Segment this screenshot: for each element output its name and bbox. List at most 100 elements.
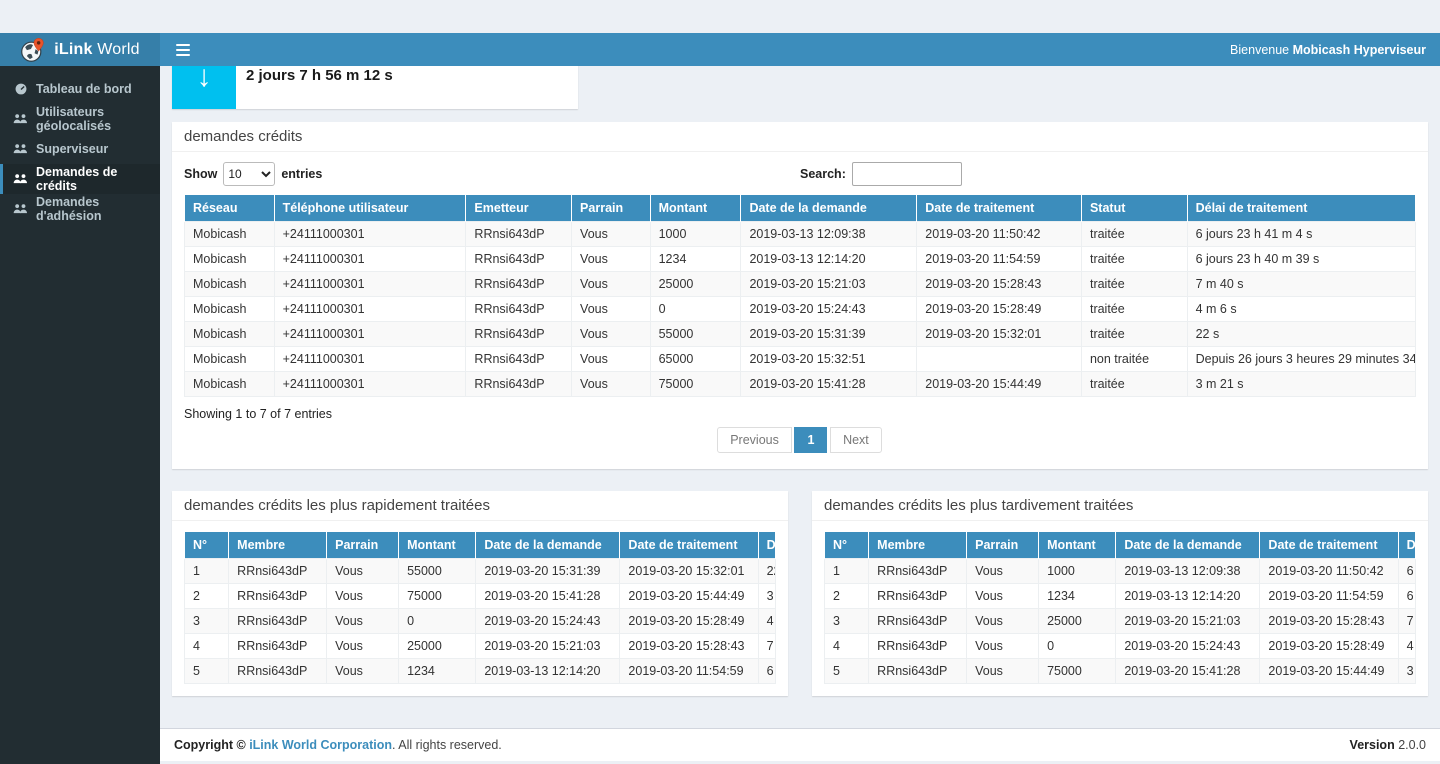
table-cell: RRnsi643dP (466, 272, 572, 297)
table-cell: 3 m 21 s (758, 584, 775, 609)
table-cell: 2019-03-20 15:28:43 (1260, 609, 1398, 634)
version-text: Version 2.0.0 (1350, 738, 1426, 752)
table-cell: 22 s (1187, 322, 1415, 347)
table-cell: 2019-03-20 15:32:51 (741, 347, 917, 372)
table-cell: Vous (967, 559, 1039, 584)
table-cell: 7 m 40 s (758, 634, 775, 659)
sidebar-item-utilisateurs-geolocalises[interactable]: Utilisateurs géolocalisés (0, 104, 160, 134)
table-cell: +24111000301 (274, 372, 466, 397)
next-page-button[interactable]: Next (830, 427, 882, 453)
column-header[interactable]: Téléphone utilisateur (274, 195, 466, 222)
table-cell: 22 s (758, 559, 775, 584)
company-link[interactable]: iLink World Corporation (249, 738, 392, 752)
table-cell: +24111000301 (274, 347, 466, 372)
latest-processed-panel: demandes crédits les plus tardivement tr… (812, 491, 1428, 696)
table-cell: 55000 (399, 559, 476, 584)
column-header[interactable]: N° (825, 532, 869, 559)
table-cell: 55000 (650, 322, 741, 347)
sidebar-toggle-button[interactable] (170, 40, 196, 60)
users-icon (13, 142, 28, 156)
show-label: Show (184, 167, 217, 181)
table-cell: 2019-03-20 11:54:59 (1260, 584, 1398, 609)
table-cell: 2019-03-20 15:28:49 (1260, 634, 1398, 659)
table-cell: Vous (967, 634, 1039, 659)
navbar-main: Bienvenue Mobicash Hyperviseur (160, 33, 1440, 66)
table-cell: Depuis 26 jours 3 heures 29 minutes 34 s… (1187, 347, 1415, 372)
page-length-select[interactable]: 10 (223, 162, 275, 186)
table-row: Mobicash+24111000301RRnsi643dPVous02019-… (185, 297, 1416, 322)
table-cell (917, 347, 1082, 372)
user-menu[interactable]: Bienvenue Mobicash Hyperviseur (1230, 43, 1426, 57)
column-header[interactable]: Date de la demande (1116, 532, 1260, 559)
table-cell: RRnsi643dP (869, 584, 967, 609)
column-header[interactable]: Emetteur (466, 195, 572, 222)
page-1-button[interactable]: 1 (794, 427, 827, 453)
column-header[interactable]: Date de la demande (741, 195, 917, 222)
table-cell: 2019-03-13 12:14:20 (1116, 584, 1260, 609)
table-row: 2RRnsi643dPVous12342019-03-13 12:14:2020… (825, 584, 1416, 609)
sidebar-item-demandes-de-credits[interactable]: Demandes de crédits (0, 164, 160, 194)
table-cell: 2019-03-20 15:24:43 (1116, 634, 1260, 659)
column-header[interactable]: Date de traitement (620, 532, 758, 559)
table-cell: 1 (185, 559, 229, 584)
table-cell: Vous (327, 609, 399, 634)
column-header[interactable]: Réseau (185, 195, 275, 222)
table-cell: 1234 (650, 247, 741, 272)
table-cell: 2019-03-13 12:09:38 (741, 222, 917, 247)
column-header[interactable]: Date de traitement (917, 195, 1082, 222)
table-row: 3RRnsi643dPVous250002019-03-20 15:21:032… (825, 609, 1416, 634)
column-header[interactable]: Délai de traitement (758, 532, 775, 559)
sidebar-item-label: Demandes d'adhésion (36, 195, 150, 223)
table-cell: 2019-03-20 15:21:03 (1116, 609, 1260, 634)
column-header[interactable]: Parrain (572, 195, 651, 222)
table-cell: RRnsi643dP (466, 247, 572, 272)
table-cell: 1234 (1039, 584, 1116, 609)
column-header[interactable]: Parrain (967, 532, 1039, 559)
column-header[interactable]: Délai de traitement (1398, 532, 1415, 559)
previous-page-button[interactable]: Previous (717, 427, 792, 453)
table-cell: 2019-03-20 11:54:59 (620, 659, 758, 684)
column-header[interactable]: N° (185, 532, 229, 559)
sidebar-item-label: Tableau de bord (36, 82, 132, 96)
column-header[interactable]: Date de traitement (1260, 532, 1398, 559)
sidebar-item-superviseur[interactable]: Superviseur (0, 134, 160, 164)
column-header[interactable]: Montant (1039, 532, 1116, 559)
content-area: ↓ TEMPS MOYEN DE TRAITEMENT ENTRANT 2 jo… (160, 33, 1440, 728)
sidebar-item-label: Demandes de crédits (36, 165, 150, 193)
table-cell: +24111000301 (274, 272, 466, 297)
table-cell: 0 (1039, 634, 1116, 659)
table-cell: 75000 (399, 584, 476, 609)
table-cell: Vous (967, 659, 1039, 684)
table-cell: 25000 (650, 272, 741, 297)
table-cell: 2019-03-13 12:09:38 (1116, 559, 1260, 584)
brand[interactable]: iLink World (0, 33, 160, 66)
table-cell: 4 (825, 634, 869, 659)
table-cell: 2019-03-20 15:21:03 (741, 272, 917, 297)
sidebar-item-tableau-de-bord[interactable]: Tableau de bord (0, 74, 160, 104)
ilink-globe-pin-logo-icon (20, 37, 46, 63)
column-header[interactable]: Délai de traitement (1187, 195, 1415, 222)
column-header[interactable]: Membre (869, 532, 967, 559)
table-cell: 0 (650, 297, 741, 322)
table-row: 4RRnsi643dPVous02019-03-20 15:24:432019-… (825, 634, 1416, 659)
table-cell: Vous (327, 634, 399, 659)
table-cell: +24111000301 (274, 322, 466, 347)
column-header[interactable]: Statut (1081, 195, 1187, 222)
column-header[interactable]: Parrain (327, 532, 399, 559)
table-cell: 5 (185, 659, 229, 684)
table-cell: 4 m 6 s (1187, 297, 1415, 322)
column-header[interactable]: Montant (399, 532, 476, 559)
table-cell: Mobicash (185, 297, 275, 322)
table-cell: 2019-03-20 15:28:43 (917, 272, 1082, 297)
table-cell: 25000 (399, 634, 476, 659)
column-header[interactable]: Date de la demande (476, 532, 620, 559)
table-cell: RRnsi643dP (229, 634, 327, 659)
sidebar-item-demandes-dadhesion[interactable]: Demandes d'adhésion (0, 194, 160, 224)
table-cell: RRnsi643dP (466, 322, 572, 347)
user-name: Mobicash Hyperviseur (1293, 43, 1426, 57)
search-input[interactable] (852, 162, 962, 186)
table-cell: Vous (327, 559, 399, 584)
column-header[interactable]: Montant (650, 195, 741, 222)
table-cell: 2019-03-20 15:41:28 (741, 372, 917, 397)
column-header[interactable]: Membre (229, 532, 327, 559)
